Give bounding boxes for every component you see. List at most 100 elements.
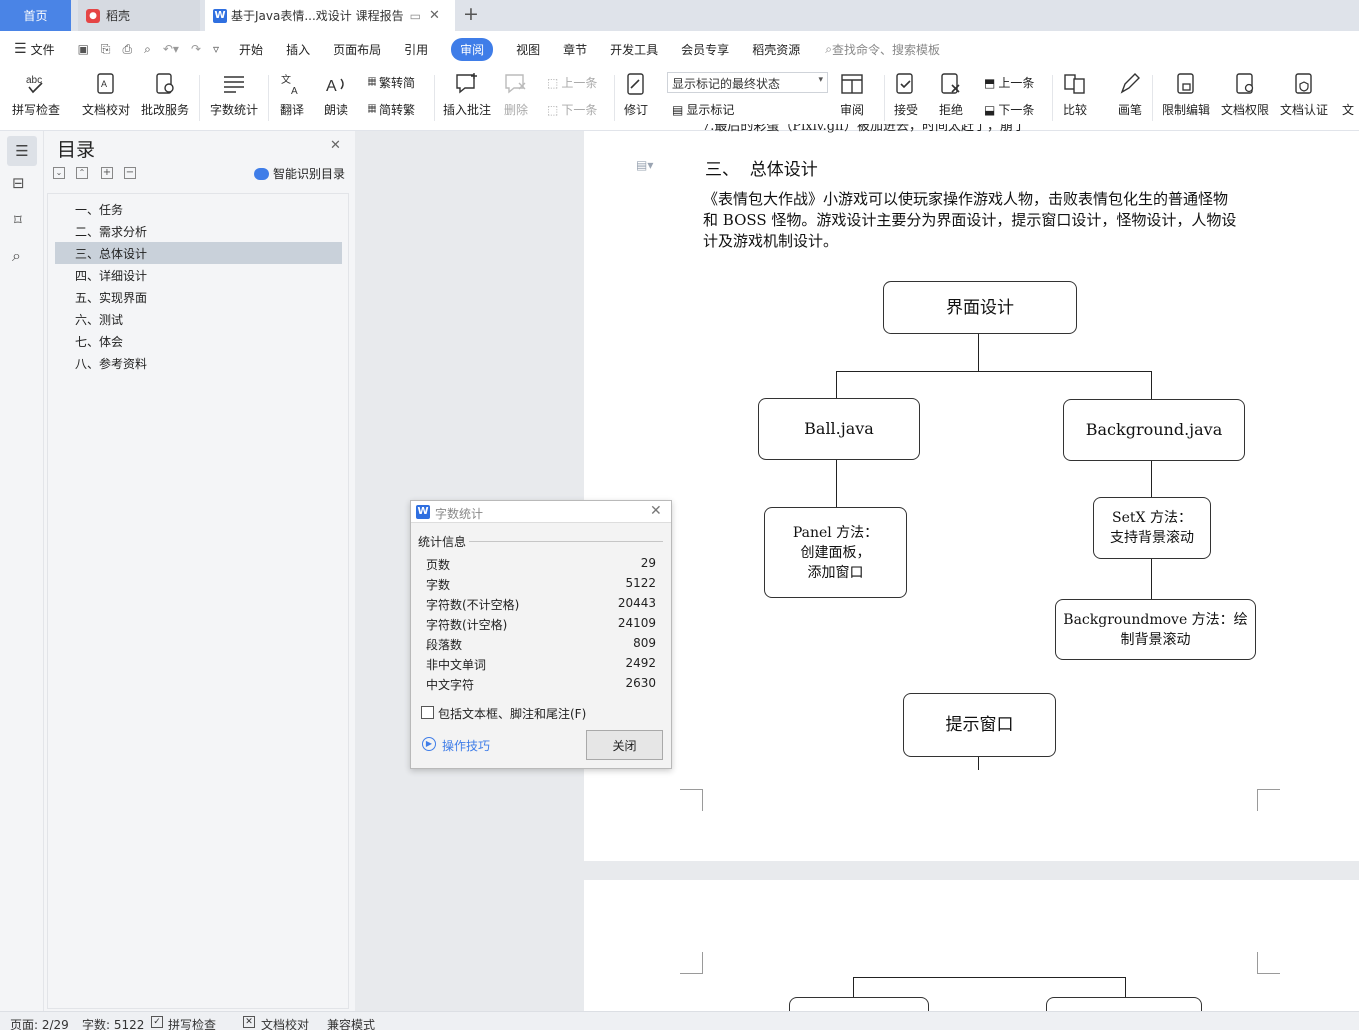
print-preview-icon[interactable]: ⌕ — [144, 42, 151, 57]
delete-comment-button[interactable]: 删除 — [503, 71, 529, 118]
translate-button[interactable]: 文A 翻译 — [279, 71, 305, 118]
outline-item[interactable]: 六、测试 — [55, 308, 342, 330]
stat-label: 页数 — [426, 558, 451, 572]
print-icon[interactable]: ⎙ — [123, 42, 133, 57]
pen-button[interactable]: 画笔 — [1117, 71, 1143, 118]
read-aloud-button[interactable]: A 朗读 — [323, 71, 349, 118]
markup-state-select[interactable]: 显示标记的最终状态 ▾ — [667, 72, 828, 93]
outline-item[interactable]: 四、详细设计 — [55, 264, 342, 286]
trad-to-simp-button[interactable]: 𝄜 繁转简 — [368, 74, 415, 91]
outline-item[interactable]: 二、需求分析 — [55, 220, 342, 242]
collapse-all-icon[interactable]: ⌃ — [76, 167, 88, 179]
new-tab-icon[interactable]: + — [463, 3, 479, 25]
menu-page-layout[interactable]: 页面布局 — [333, 41, 381, 58]
next-comment-label: 下一条 — [561, 103, 598, 117]
menu-daoke-resources[interactable]: 稻壳资源 — [752, 41, 800, 58]
show-markup-button[interactable]: ▤ 显示标记 — [672, 101, 734, 118]
word-count-button[interactable]: 字数统计 — [210, 71, 258, 118]
restrict-edit-button[interactable]: 限制编辑 — [1162, 71, 1210, 118]
proof-status[interactable]: 文档校对 — [261, 1016, 309, 1030]
outline-item-selected[interactable]: 三、总体设计 — [55, 242, 342, 264]
find-icon[interactable]: ⌕ — [12, 246, 21, 266]
redo-icon[interactable]: ↷ — [191, 42, 201, 56]
pin-icon[interactable]: ▭ — [410, 9, 421, 23]
page-indicator[interactable]: 页面: 2/29 — [10, 1016, 69, 1030]
correction-icon — [156, 73, 174, 94]
body-paragraph: 《表情包大作战》小游戏可以使玩家操作游戏人物，击败表情包化生的普通怪物 和 BO… — [703, 189, 1236, 252]
doc-proof-label: 文档校对 — [82, 103, 131, 117]
review-pane-button[interactable]: 审阅 — [839, 71, 865, 118]
command-search-input[interactable]: 查找命令、搜索模板 — [832, 41, 940, 58]
doc-proof-button[interactable]: A 文档校对 — [82, 71, 130, 118]
dialog-close-icon[interactable]: ✕ — [650, 503, 662, 519]
expand-all-icon[interactable]: ⌄ — [53, 167, 65, 179]
compare-button[interactable]: 比较 — [1062, 71, 1088, 118]
correction-service-button[interactable]: 批改服务 — [141, 71, 189, 118]
undo-icon[interactable]: ↶▾ — [163, 42, 179, 56]
menu-file[interactable]: 文件 — [31, 41, 55, 58]
doc-cert-button[interactable]: 文档认证 — [1280, 71, 1328, 118]
tab-daoke[interactable]: ● 稻壳 — [78, 0, 200, 31]
tips-link[interactable]: 操作技巧 — [442, 737, 490, 754]
track-changes-button[interactable]: 修订 — [623, 71, 649, 118]
export-pdf-icon[interactable]: ⎘ — [101, 42, 111, 57]
trad-simp-label: 繁转简 — [379, 76, 416, 90]
close-outline-icon[interactable]: ✕ — [330, 138, 341, 153]
save-icon[interactable]: ▣ — [78, 42, 89, 56]
menu-start[interactable]: 开始 — [239, 41, 263, 58]
quick-access-dropdown-icon[interactable]: ▿ — [213, 42, 219, 56]
menu-insert[interactable]: 插入 — [286, 41, 310, 58]
more-toolbar-button[interactable]: 文 — [1342, 101, 1354, 118]
show-markup-icon: ▤ — [672, 102, 684, 117]
menu-member[interactable]: 会员专享 — [681, 41, 729, 58]
outline-item-label: 七、体会 — [75, 334, 124, 349]
close-tab-icon[interactable]: ✕ — [429, 8, 440, 23]
word-count-indicator[interactable]: 字数: 5122 — [82, 1016, 144, 1030]
menu-chapter[interactable]: 章节 — [563, 41, 587, 58]
prev-comment-button[interactable]: ⬚ 上一条 — [547, 74, 597, 91]
stat-value: 2630 — [625, 676, 656, 690]
tab-home[interactable]: 首页 — [0, 0, 71, 31]
menu-dev-tools[interactable]: 开发工具 — [610, 41, 658, 58]
connector-line — [978, 757, 979, 770]
tab-document-label: 基于Java表情...戏设计 课程报告 — [231, 9, 404, 23]
menu-review[interactable]: 审阅 — [451, 37, 494, 61]
diagram-node-ball: Ball.java — [758, 398, 920, 460]
outline-item[interactable]: 八、参考资料 — [55, 352, 342, 374]
next-comment-button[interactable]: ⬚ 下一条 — [547, 101, 597, 118]
outline-item[interactable]: 一、任务 — [55, 198, 342, 220]
smart-toc-button[interactable]: 智能识别目录 — [254, 165, 345, 182]
doc-rights-button[interactable]: 文档权限 — [1221, 71, 1269, 118]
svg-text:A: A — [101, 79, 107, 89]
hamburger-icon[interactable]: ☰ — [14, 41, 27, 57]
chapter-nav-icon[interactable]: ⊟ — [12, 174, 25, 192]
remove-heading-icon[interactable]: − — [124, 167, 136, 179]
paragraph-handle-icon[interactable]: ▤▾ — [636, 158, 653, 172]
tab-document[interactable]: W 基于Java表情...戏设计 课程报告 ▭ ✕ — [205, 0, 455, 31]
include-textbox-checkbox[interactable] — [421, 706, 434, 719]
chevron-down-icon: ▾ — [818, 75, 823, 85]
menu-references[interactable]: 引用 — [404, 41, 428, 58]
stat-row: 页数 29 — [426, 556, 656, 573]
more-toolbar-label: 文 — [1342, 103, 1355, 117]
insert-comment-button[interactable]: 插入批注 — [443, 71, 491, 118]
add-heading-icon[interactable]: + — [101, 167, 113, 179]
bookmark-icon[interactable]: ⌑ — [14, 211, 22, 229]
document-page-next[interactable] — [584, 880, 1359, 1020]
next-change-button[interactable]: ⬓ 下一条 — [984, 101, 1034, 118]
reject-button[interactable]: 拒绝 — [938, 71, 964, 118]
menu-view[interactable]: 视图 — [516, 41, 540, 58]
spellcheck-button[interactable]: abc 拼写检查 — [12, 71, 60, 118]
track-changes-label: 修订 — [623, 103, 648, 117]
outline-pane-icon[interactable]: ☰ — [7, 136, 37, 166]
close-button[interactable]: 关闭 — [586, 730, 663, 760]
trad-simp-icon: 𝄜 — [368, 75, 377, 89]
accept-button[interactable]: 接受 — [893, 71, 919, 118]
simp-to-trad-button[interactable]: 𝄜 简转繁 — [368, 101, 415, 118]
outline-item[interactable]: 五、实现界面 — [55, 286, 342, 308]
diagram-node-partial — [789, 997, 929, 1011]
outline-item[interactable]: 七、体会 — [55, 330, 342, 352]
spellcheck-status[interactable]: 拼写检查 — [168, 1016, 216, 1030]
prev-change-button[interactable]: ⬒ 上一条 — [984, 74, 1034, 91]
search-icon: ⌕ — [825, 41, 832, 56]
